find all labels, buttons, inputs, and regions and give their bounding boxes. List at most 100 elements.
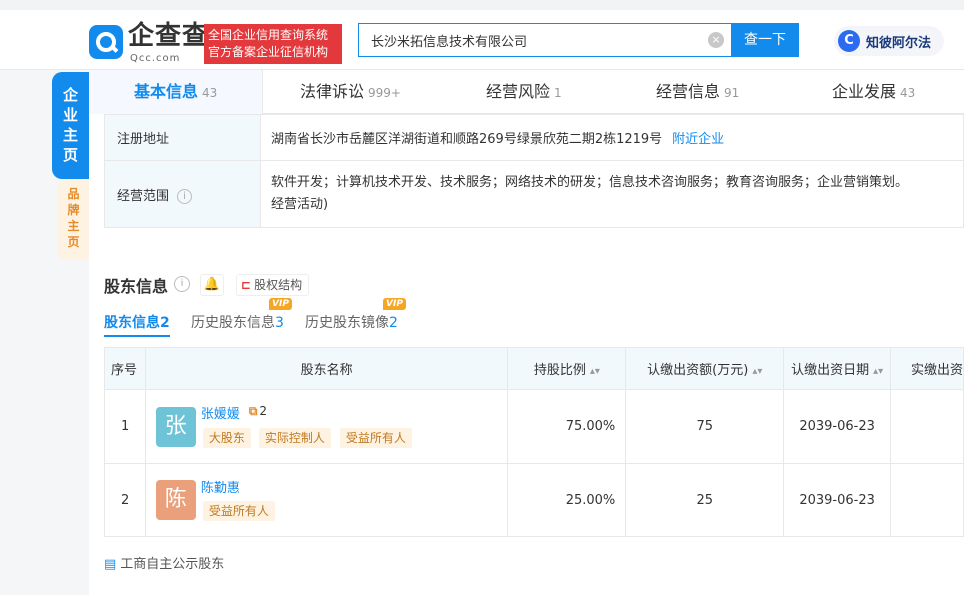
- tag-beneficial-owner: 受益所有人: [202, 501, 275, 521]
- side-tab-char: 页: [62, 146, 78, 164]
- slogan-line-2: 官方备案企业征信机构: [208, 45, 329, 59]
- equity-structure-label: 股权结构: [254, 278, 303, 292]
- col-ratio[interactable]: 持股比例 ▴▾: [507, 347, 627, 390]
- row-paid: [889, 463, 964, 537]
- tab-litigation[interactable]: 法律诉讼 999+: [300, 70, 401, 114]
- public-shareholders-link[interactable]: ▤ 工商自主公示股东: [104, 553, 224, 572]
- qcc-logo-icon[interactable]: [89, 25, 123, 59]
- subtab-label: 股东信息: [104, 315, 160, 331]
- public-shareholders-label: 工商自主公示股东: [120, 557, 225, 572]
- site-header: 企查查 Qcc.com 全国企业信用查询系统 官方备案企业征信机构 × 查一下 …: [0, 10, 964, 70]
- col-date[interactable]: 认缴出资日期 ▴▾: [783, 347, 891, 390]
- tag-major-shareholder: 大股东: [202, 428, 251, 448]
- tab-count: 1: [554, 86, 562, 100]
- side-tab-char: 主: [67, 219, 80, 233]
- search-input[interactable]: [359, 24, 689, 56]
- shareholders-title: 股东信息: [104, 277, 169, 296]
- tab-label: 企业发展: [832, 82, 897, 101]
- tag-beneficial-owner: 受益所有人: [339, 428, 412, 448]
- clipboard-icon: ▤: [104, 557, 117, 572]
- search-box: ×: [358, 23, 732, 57]
- address-value: 湖南省长沙市岳麓区洋湖街道和顺路269号绿景欣苑二期2栋1219号: [271, 132, 663, 147]
- sort-icon: ▴▾: [873, 366, 884, 377]
- row-ratio: 25.00%: [507, 463, 627, 537]
- side-tab-char: 企: [62, 86, 78, 104]
- col-amount[interactable]: 认缴出资额(万元) ▴▾: [625, 347, 785, 390]
- avatar: 陈: [155, 480, 196, 520]
- table-row: 1 张 张媛媛 ⧉ 2 大股东 实际控制人 受益所有人 75.00% 75 203…: [104, 389, 964, 464]
- slogan-line-1: 全国企业信用查询系统: [208, 28, 329, 42]
- scope-label: 经营范围: [117, 188, 170, 204]
- col-name: 股东名称: [144, 347, 509, 390]
- tab-operating-info[interactable]: 经营信息 91: [656, 70, 739, 114]
- tab-basic-info[interactable]: 基本信息 43: [134, 70, 217, 114]
- table-row: 2 陈 陈勤惠 受益所有人 25.00% 25 2039-06-23: [104, 463, 964, 537]
- col-paid: 实缴出资: [889, 347, 964, 390]
- info-icon[interactable]: i: [174, 276, 190, 292]
- partner-label: 知彼阿尔法: [866, 36, 932, 51]
- avatar: 张: [155, 407, 196, 447]
- side-tab-char: 主: [62, 126, 78, 144]
- slogan-badge: 全国企业信用查询系统 官方备案企业征信机构: [204, 24, 342, 64]
- subtab-count: 2: [389, 315, 398, 331]
- subtab-shareholders[interactable]: 股东信息2: [104, 312, 170, 332]
- sort-icon: ▴▾: [752, 366, 763, 377]
- sort-icon: ▴▾: [589, 366, 600, 377]
- shareholder-cell: 陈 陈勤惠 受益所有人: [144, 463, 509, 537]
- subtab-count: 3: [275, 315, 284, 331]
- basic-info-table: 注册地址 湖南省长沙市岳麓区洋湖街道和顺路269号绿景欣苑二期2栋1219号 附近…: [104, 114, 964, 228]
- tab-development[interactable]: 企业发展 43: [832, 70, 915, 114]
- tab-count: 43: [202, 86, 218, 100]
- tab-label: 经营风险: [486, 82, 551, 101]
- side-tab-char: 品: [67, 187, 80, 201]
- tab-label: 基本信息: [134, 82, 199, 101]
- col-index: 序号: [104, 347, 146, 390]
- row-index: 2: [104, 463, 146, 537]
- table-header-row: 序号 股东名称 持股比例 ▴▾ 认缴出资额(万元) ▴▾ 认缴出资日期 ▴▾ 实缴出资: [104, 347, 964, 390]
- row-amount: 75: [625, 389, 785, 464]
- row-paid: [889, 389, 964, 464]
- nearby-companies-link[interactable]: 附近企业: [672, 132, 724, 147]
- logo-name[interactable]: 企查查: [128, 21, 209, 51]
- clear-icon[interactable]: ×: [708, 32, 724, 48]
- subtab-history-mirror[interactable]: 历史股东镜像2: [305, 312, 398, 332]
- address-cell: 湖南省长沙市岳麓区洋湖街道和顺路269号绿景欣苑二期2栋1219号 附近企业: [260, 114, 964, 161]
- subtab-history-shareholders[interactable]: 历史股东信息3: [191, 312, 284, 332]
- address-label: 注册地址: [104, 114, 261, 161]
- info-icon[interactable]: i: [177, 188, 193, 204]
- browser-bookmark-strip: [0, 0, 964, 10]
- subtab-active-indicator: [104, 335, 170, 337]
- partner-logo-icon: C: [838, 30, 860, 52]
- bell-icon[interactable]: 🔔: [200, 274, 224, 296]
- shareholder-name-link[interactable]: 张媛媛: [201, 403, 240, 422]
- scope-cell: 软件开发；计算机技术开发、技术服务；网络技术的研发；信息技术咨询服务；教育咨询服…: [260, 160, 964, 228]
- scope-line-2: 经营活动): [271, 197, 329, 212]
- tab-count: 43: [900, 86, 916, 100]
- side-tab-char: 牌: [67, 203, 80, 217]
- relation-icon: ⧉: [248, 404, 258, 418]
- tab-label: 经营信息: [656, 82, 721, 101]
- row-ratio: 75.00%: [507, 389, 627, 464]
- side-tab-char: 页: [67, 235, 80, 249]
- side-tab-char: 业: [62, 106, 78, 124]
- tab-count: 91: [724, 86, 740, 100]
- structure-icon: ⊏: [241, 278, 252, 292]
- tab-operating-risk[interactable]: 经营风险 1: [486, 70, 562, 114]
- partner-link[interactable]: C 知彼阿尔法: [834, 26, 944, 56]
- search-button[interactable]: 查一下: [731, 23, 799, 57]
- side-tab-brand-home[interactable]: 品 牌 主 页: [58, 180, 89, 260]
- row-date: 2039-06-23: [783, 463, 891, 537]
- col-amount-label: 认缴出资额(万元): [647, 363, 749, 378]
- equity-structure-button[interactable]: ⊏ 股权结构: [236, 274, 310, 296]
- subtab-label: 历史股东镜像: [305, 315, 389, 331]
- row-date: 2039-06-23: [783, 389, 891, 464]
- subtab-count: 2: [160, 315, 170, 331]
- row-index: 1: [104, 389, 146, 464]
- logo-subtitle: Qcc.com: [130, 53, 181, 64]
- relation-count-value: 2: [259, 404, 268, 418]
- relation-count[interactable]: ⧉ 2: [249, 404, 267, 419]
- tag-actual-controller: 实际控制人: [258, 428, 331, 448]
- side-tab-company-home[interactable]: 企 业 主 页: [52, 72, 89, 179]
- shareholder-name-link[interactable]: 陈勤惠: [201, 477, 240, 496]
- shareholder-cell: 张 张媛媛 ⧉ 2 大股东 实际控制人 受益所有人: [144, 389, 509, 464]
